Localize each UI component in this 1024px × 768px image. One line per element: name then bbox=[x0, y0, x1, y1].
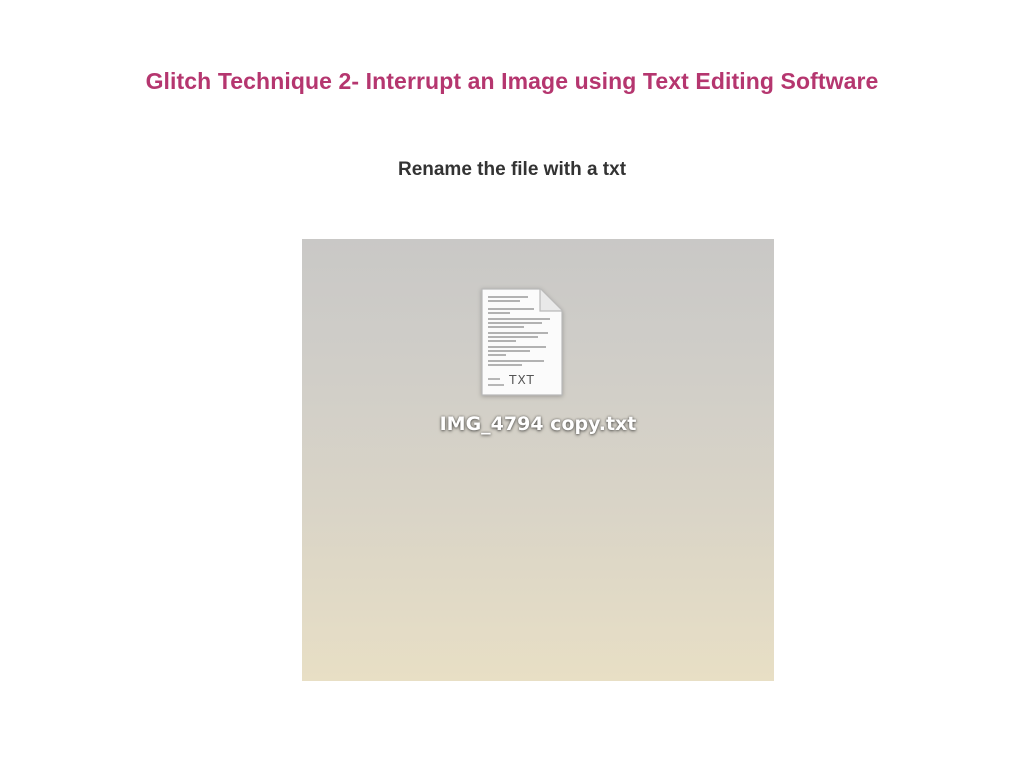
slide-subtitle: Rename the file with a txt bbox=[397, 159, 627, 180]
slide: Glitch Technique 2- Interrupt an Image u… bbox=[0, 0, 1024, 768]
file-name-label[interactable]: IMG_4794 copy.txt bbox=[302, 413, 774, 435]
text-document-icon[interactable]: TXT bbox=[480, 287, 564, 397]
file-extension-label: TXT bbox=[509, 373, 535, 387]
slide-title: Glitch Technique 2- Interrupt an Image u… bbox=[145, 68, 879, 94]
desktop-screenshot: TXT IMG_4794 copy.txt bbox=[302, 239, 774, 681]
